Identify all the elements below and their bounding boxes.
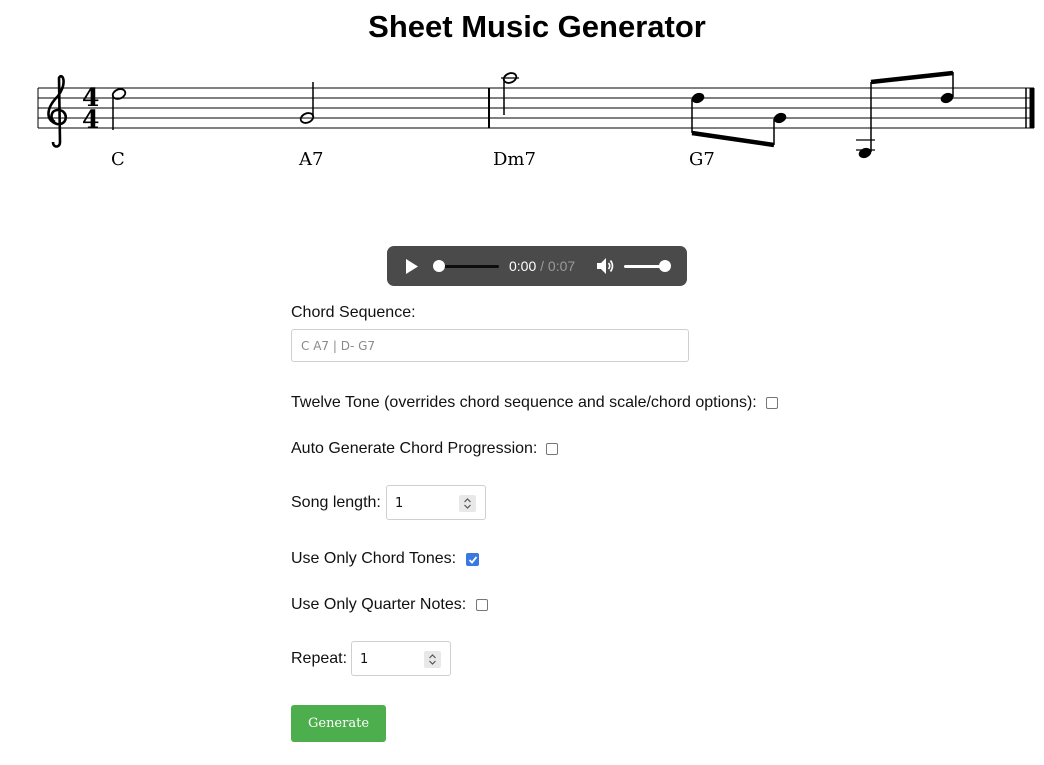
song-length-stepper[interactable]: [459, 495, 476, 512]
seek-handle[interactable]: [433, 260, 445, 272]
playback-time: 0:00 / 0:07: [509, 258, 575, 274]
chord-label: G7: [689, 149, 715, 170]
repeat-stepper[interactable]: [424, 651, 441, 668]
song-length-input[interactable]: 1: [386, 485, 486, 520]
volume-handle[interactable]: [659, 260, 671, 272]
song-length-label: Song length:: [291, 494, 381, 511]
audio-player: 0:00 / 0:07: [387, 246, 687, 286]
chord-sequence-input[interactable]: [291, 329, 689, 362]
repeat-label: Repeat:: [291, 650, 348, 667]
time-sig-bottom: 4: [82, 105, 99, 134]
checkmark-icon: [468, 556, 478, 564]
spinner-arrows-icon: [429, 654, 436, 665]
note-half-c: [111, 88, 127, 130]
chord-sequence-label: Chord Sequence:: [291, 304, 416, 321]
volume-icon[interactable]: [596, 257, 614, 275]
twelve-tone-label: Twelve Tone (overrides chord sequence an…: [291, 394, 757, 411]
chord-label: A7: [298, 149, 323, 170]
auto-generate-label: Auto Generate Chord Progression:: [291, 440, 538, 457]
staff-lines: [38, 87, 1034, 129]
repeat-input[interactable]: 1: [351, 641, 451, 676]
twelve-tone-checkbox[interactable]: [766, 397, 778, 409]
treble-clef-icon: [47, 75, 68, 148]
chord-label: Dm7: [493, 149, 536, 170]
play-icon[interactable]: [405, 259, 419, 274]
eighth-notes-beamed: [856, 70, 954, 159]
chord-tones-label: Use Only Chord Tones:: [291, 550, 457, 567]
page-title: Sheet Music Generator: [368, 9, 706, 44]
chord-label: C: [111, 149, 125, 170]
generate-button[interactable]: Generate: [291, 705, 386, 742]
repeat-value: 1: [360, 652, 369, 667]
song-length-value: 1: [395, 496, 404, 511]
auto-generate-checkbox[interactable]: [546, 443, 558, 455]
quarter-notes-label: Use Only Quarter Notes:: [291, 596, 467, 613]
time-separator: /: [536, 258, 548, 274]
duration-time: 0:07: [547, 258, 576, 274]
spinner-arrows-icon: [464, 498, 471, 509]
seek-bar[interactable]: [433, 260, 499, 272]
current-time: 0:00: [509, 258, 537, 274]
quarter-notes-checkbox[interactable]: [476, 599, 488, 611]
sheet-music-score: 4 4 C A7 Dm7 G7: [37, 70, 1035, 170]
volume-slider[interactable]: [624, 260, 671, 272]
chord-tones-checkbox[interactable]: [466, 553, 479, 566]
